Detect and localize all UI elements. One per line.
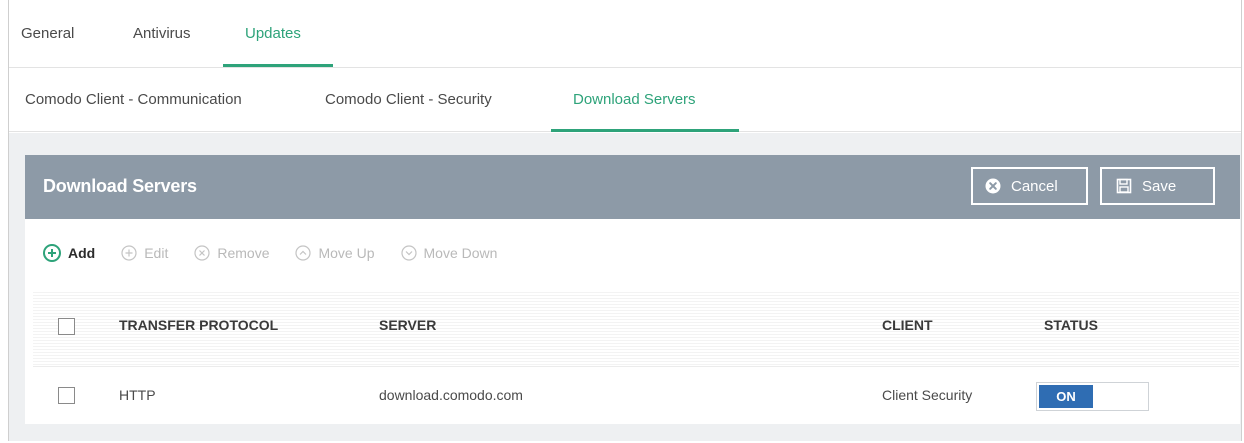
move-down-button[interactable]: Move Down xyxy=(400,245,498,261)
cell-protocol: HTTP xyxy=(119,387,156,403)
panel-title: Download Servers xyxy=(43,176,197,196)
secondary-tabs: Comodo Client - Communication Comodo Cli… xyxy=(9,68,1241,132)
cell-client: Client Security xyxy=(882,387,973,403)
move-up-button[interactable]: Move Up xyxy=(295,245,375,261)
remove-label: Remove xyxy=(217,245,270,261)
chevron-up-circle-icon xyxy=(295,245,312,261)
status-toggle-on: ON xyxy=(1039,385,1093,408)
remove-button[interactable]: Remove xyxy=(194,245,269,261)
policy-settings-frame: General Antivirus Updates Comodo Client … xyxy=(8,0,1242,441)
row-checkbox[interactable] xyxy=(58,387,75,404)
cancel-label: Cancel xyxy=(1011,177,1058,195)
plus-circle-icon xyxy=(121,245,137,261)
move-down-label: Move Down xyxy=(423,245,498,261)
primary-tabs: General Antivirus Updates xyxy=(9,0,1241,68)
cancel-button[interactable]: Cancel xyxy=(971,167,1088,205)
tab-download-servers[interactable]: Download Servers xyxy=(573,91,696,108)
panel-header: Download Servers Cancel Save xyxy=(25,155,1240,219)
column-header-protocol[interactable]: TRANSFER PROTOCOL xyxy=(119,317,278,333)
table-row[interactable]: HTTP download.comodo.com Client Security… xyxy=(33,366,1239,424)
tab-updates[interactable]: Updates xyxy=(245,25,301,42)
panel-body: Add Edit Remove Move Up Move Down TRANSF… xyxy=(25,219,1240,424)
table-header: TRANSFER PROTOCOL SERVER CLIENT STATUS xyxy=(33,290,1239,366)
move-up-label: Move Up xyxy=(318,245,375,261)
select-all-checkbox[interactable] xyxy=(58,318,75,335)
tab-client-communication[interactable]: Comodo Client - Communication xyxy=(25,91,242,108)
cell-server: download.comodo.com xyxy=(379,387,523,403)
edit-button[interactable]: Edit xyxy=(121,245,168,261)
floppy-disk-icon xyxy=(1116,178,1132,194)
edit-label: Edit xyxy=(144,245,169,261)
x-circle-icon xyxy=(194,245,210,261)
save-button[interactable]: Save xyxy=(1100,167,1215,205)
tab-active-indicator xyxy=(223,64,333,67)
chevron-down-circle-icon xyxy=(400,245,417,261)
add-button[interactable]: Add xyxy=(43,244,95,262)
add-label: Add xyxy=(68,245,96,261)
subtab-active-indicator xyxy=(551,129,739,132)
column-header-client[interactable]: CLIENT xyxy=(882,317,933,333)
tab-antivirus[interactable]: Antivirus xyxy=(133,25,191,42)
column-header-status[interactable]: STATUS xyxy=(1044,317,1098,333)
tab-general[interactable]: General xyxy=(21,25,74,42)
toolbar: Add Edit Remove Move Up Move Down xyxy=(43,241,523,265)
plus-circle-icon xyxy=(43,244,61,262)
close-circle-icon xyxy=(985,178,1001,194)
save-label: Save xyxy=(1142,177,1177,195)
status-toggle[interactable]: ON xyxy=(1036,382,1149,411)
tab-client-security[interactable]: Comodo Client - Security xyxy=(325,91,492,108)
column-header-server[interactable]: SERVER xyxy=(379,317,436,333)
